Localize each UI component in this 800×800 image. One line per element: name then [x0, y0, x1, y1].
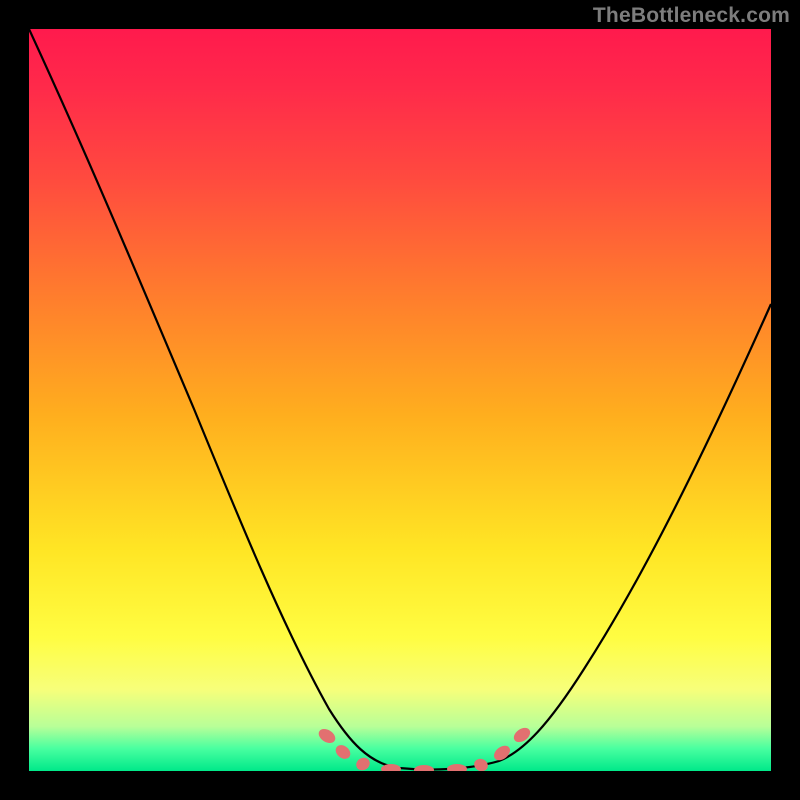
bottleneck-curve [29, 29, 771, 770]
watermark-text: TheBottleneck.com [593, 4, 790, 28]
chart-frame: TheBottleneck.com [0, 0, 800, 800]
plot-area [29, 29, 771, 771]
curve-layer [29, 29, 771, 771]
curve-markers [316, 725, 533, 771]
